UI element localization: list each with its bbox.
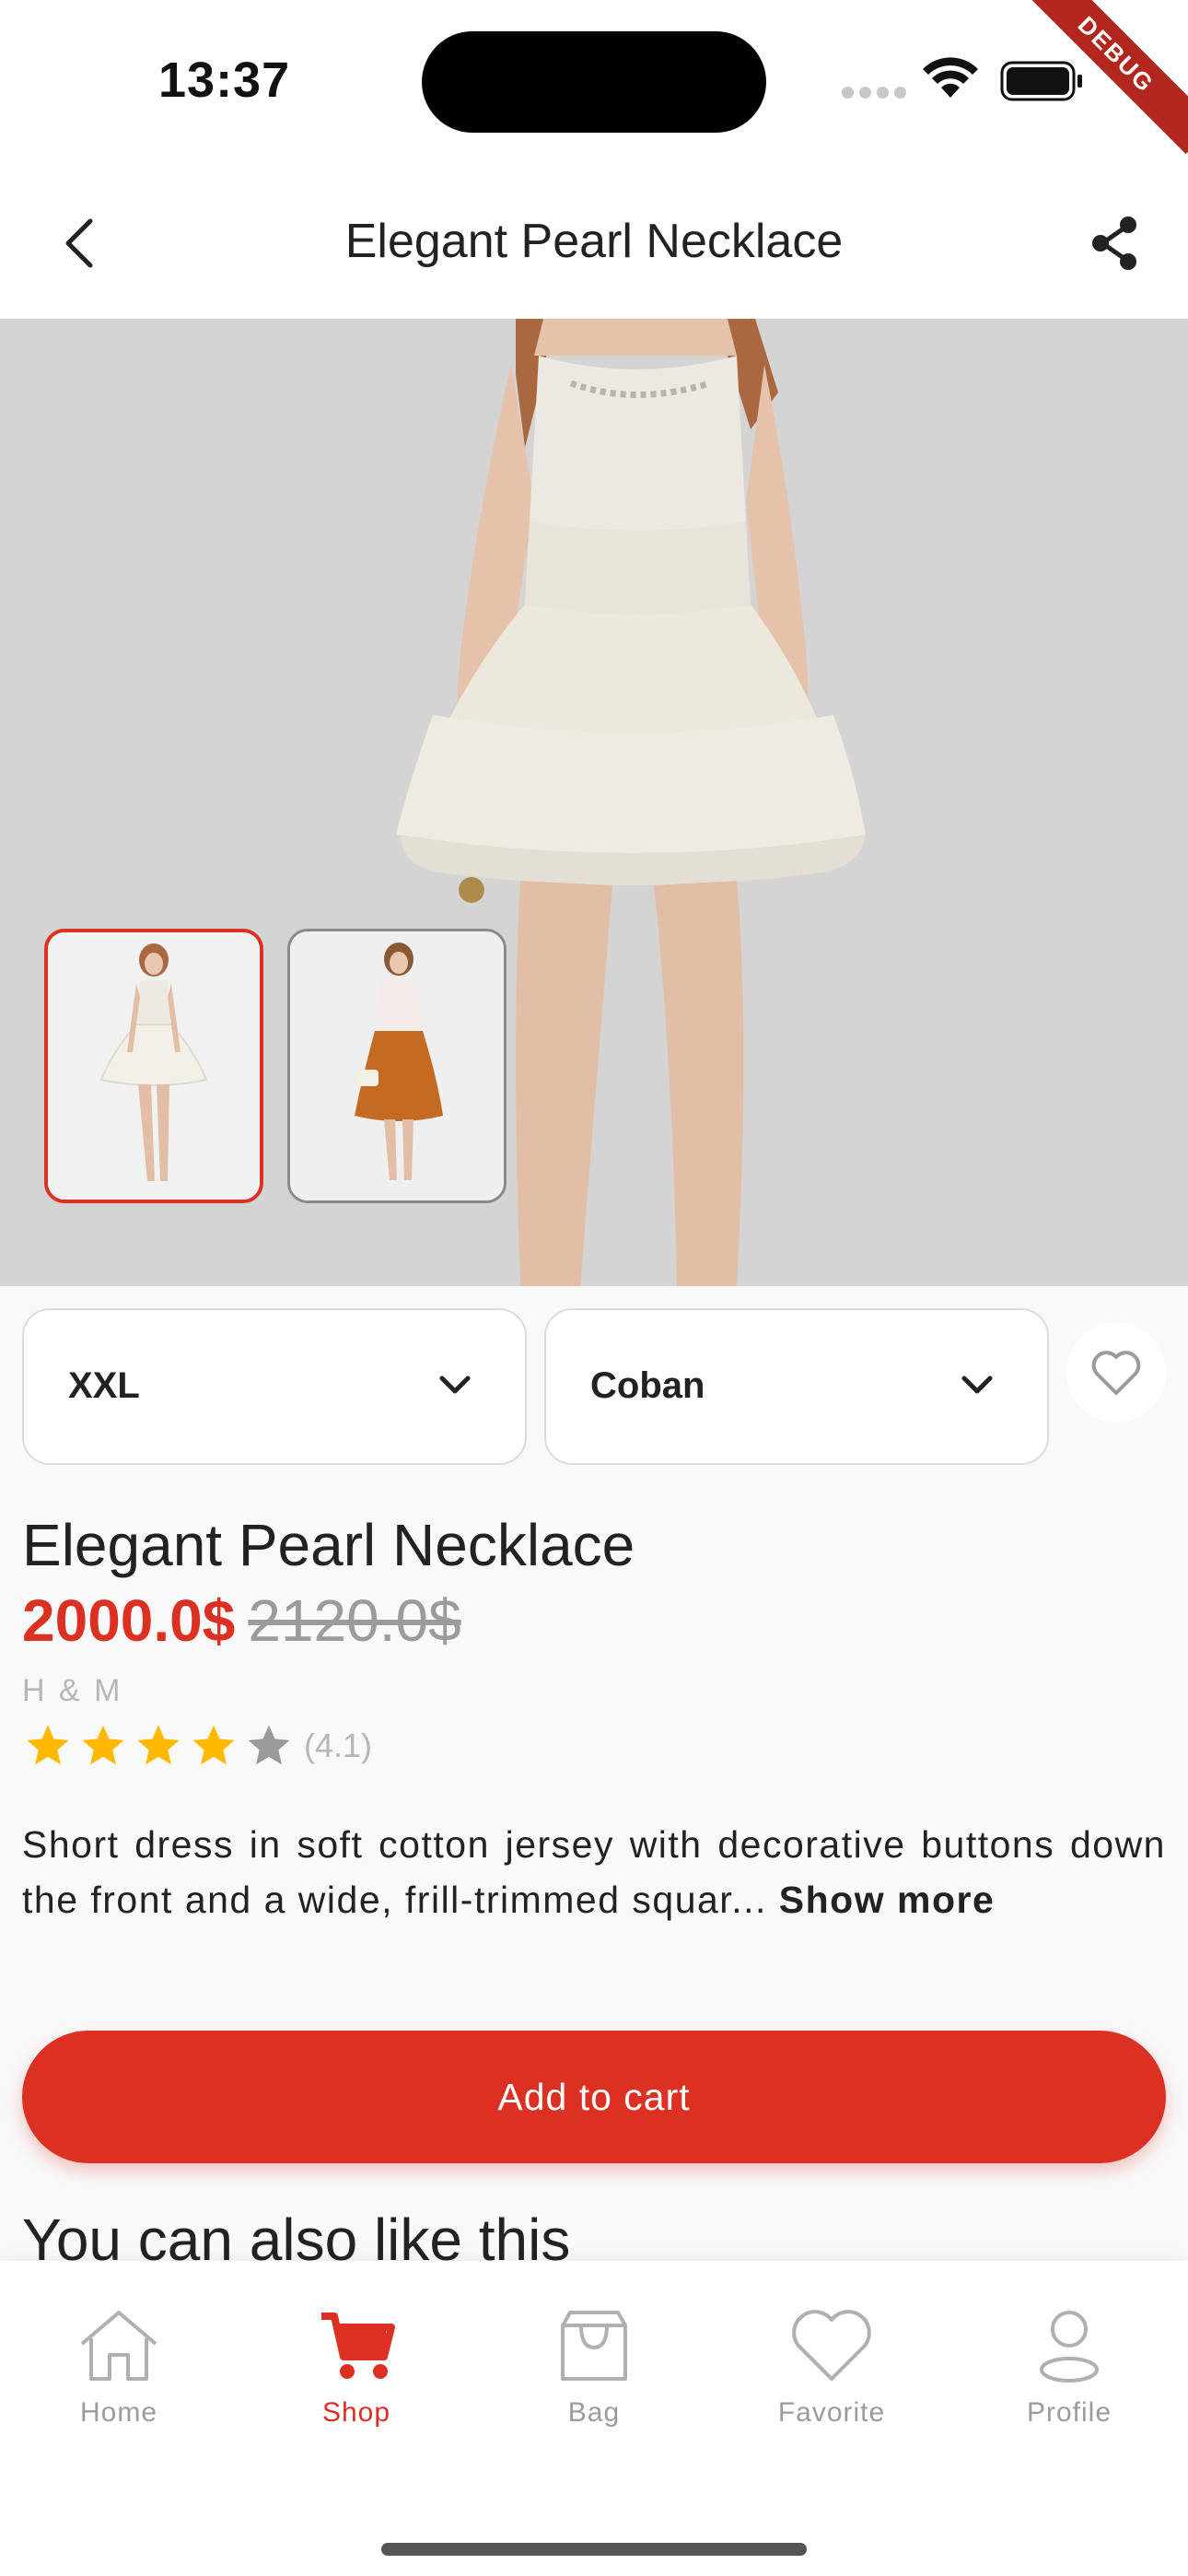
star-filled-icon	[192, 1725, 235, 1765]
rust-skirt-outfit-thumbnail-image	[290, 931, 504, 1200]
variant-selectors: XXL Coban	[22, 1308, 1166, 1465]
battery-icon	[1000, 61, 1082, 101]
home-icon	[80, 2311, 157, 2381]
add-to-cart-button[interactable]: Add to cart	[22, 2031, 1166, 2163]
home-indicator	[381, 2543, 807, 2556]
brand-name: H & M	[22, 1673, 123, 1708]
price-row: 2000.0$ 2120.0$	[22, 1587, 461, 1655]
heart-outline-icon	[1091, 1351, 1141, 1395]
status-bar: 13:37 DEBUG	[0, 0, 1188, 166]
size-dropdown[interactable]: XXL	[22, 1308, 527, 1465]
star-filled-icon	[82, 1725, 124, 1765]
app-header: Elegant Pearl Necklace	[0, 166, 1188, 319]
nav-label-bag: Bag	[567, 2397, 621, 2428]
thumbnail-rust-skirt-outfit[interactable]	[287, 929, 507, 1203]
share-button[interactable]	[1077, 206, 1151, 280]
bottom-navigation: Home Shop Bag Favorite Profile	[0, 2261, 1188, 2576]
nav-label-home: Home	[79, 2397, 158, 2428]
rating-stars: (4.1)	[22, 1721, 372, 1771]
page-title: Elegant Pearl Necklace	[344, 215, 844, 268]
product-main-image[interactable]	[0, 319, 1188, 1286]
status-time: 13:37	[158, 53, 291, 108]
cart-icon	[321, 2313, 395, 2379]
nav-item-favorite[interactable]: Favorite	[740, 2307, 924, 2445]
star-empty-icon	[248, 1725, 290, 1765]
nav-item-profile[interactable]: Profile	[977, 2307, 1161, 2445]
color-value: Coban	[590, 1365, 705, 1406]
share-icon	[1092, 217, 1136, 270]
favorite-button[interactable]	[1066, 1323, 1166, 1423]
product-title: Elegant Pearl Necklace	[22, 1512, 635, 1578]
wifi-icon	[923, 57, 978, 98]
size-value: XXL	[68, 1365, 140, 1406]
rating-count: (4.1)	[304, 1727, 373, 1764]
current-price: 2000.0$	[22, 1587, 236, 1654]
nav-item-bag[interactable]: Bag	[502, 2307, 686, 2445]
nav-item-shop[interactable]: Shop	[264, 2307, 448, 2445]
nav-label-shop: Shop	[321, 2397, 391, 2428]
star-filled-icon	[137, 1725, 180, 1765]
dynamic-island	[422, 31, 766, 133]
thumbnail-white-dress[interactable]	[44, 929, 263, 1203]
bag-icon	[561, 2311, 627, 2381]
product-description: Short dress in soft cotton jersey with d…	[22, 1817, 1166, 1927]
profile-icon	[1040, 2311, 1099, 2383]
chevron-down-icon	[439, 1376, 471, 1394]
color-dropdown[interactable]: Coban	[544, 1308, 1049, 1465]
nav-item-home[interactable]: Home	[27, 2307, 211, 2445]
white-dress-thumbnail-image	[48, 932, 260, 1200]
heart-icon	[792, 2310, 871, 2381]
cellular-signal-icon	[842, 87, 906, 99]
show-more-link[interactable]: Show more	[779, 1879, 995, 1921]
star-filled-icon	[27, 1725, 69, 1765]
nav-label-favorite: Favorite	[777, 2397, 886, 2428]
chevron-down-icon	[961, 1376, 993, 1394]
old-price: 2120.0$	[248, 1587, 461, 1654]
nav-label-profile: Profile	[1026, 2397, 1112, 2428]
